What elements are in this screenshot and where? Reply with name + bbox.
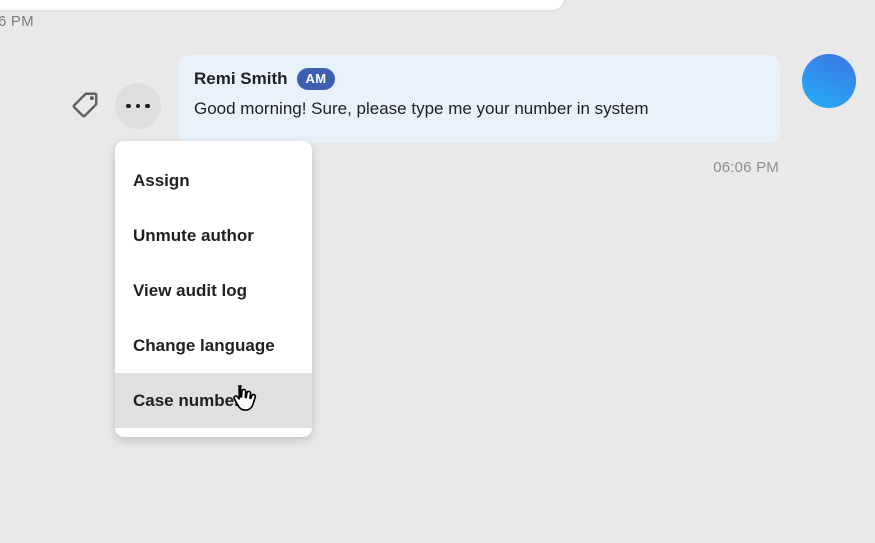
- menu-item-case-number[interactable]: Case number: [115, 373, 312, 428]
- more-options-button[interactable]: [115, 83, 161, 129]
- author-name: Remi Smith: [194, 69, 288, 89]
- previous-message-bubble: [0, 0, 564, 10]
- menu-item-change-language[interactable]: Change language: [115, 318, 312, 373]
- message-context-menu: Assign Unmute author View audit log Chan…: [115, 141, 312, 437]
- previous-message-timestamp: 6 PM: [0, 13, 34, 30]
- message-text: Good morning! Sure, please type me your …: [194, 99, 764, 119]
- avatar: [802, 54, 856, 108]
- message-author-row: Remi Smith AM: [194, 68, 764, 90]
- tag-icon[interactable]: [70, 90, 100, 120]
- message-bubble: Remi Smith AM Good morning! Sure, please…: [178, 55, 780, 143]
- chat-view: { "page": { "background_color": "#e9e9e9…: [0, 0, 875, 543]
- menu-item-unmute-author[interactable]: Unmute author: [115, 208, 312, 263]
- message-timestamp: 06:06 PM: [713, 159, 779, 176]
- ellipsis-icon: [126, 104, 150, 109]
- menu-item-assign[interactable]: Assign: [115, 153, 312, 208]
- author-role-badge: AM: [297, 68, 336, 90]
- menu-item-view-audit-log[interactable]: View audit log: [115, 263, 312, 318]
